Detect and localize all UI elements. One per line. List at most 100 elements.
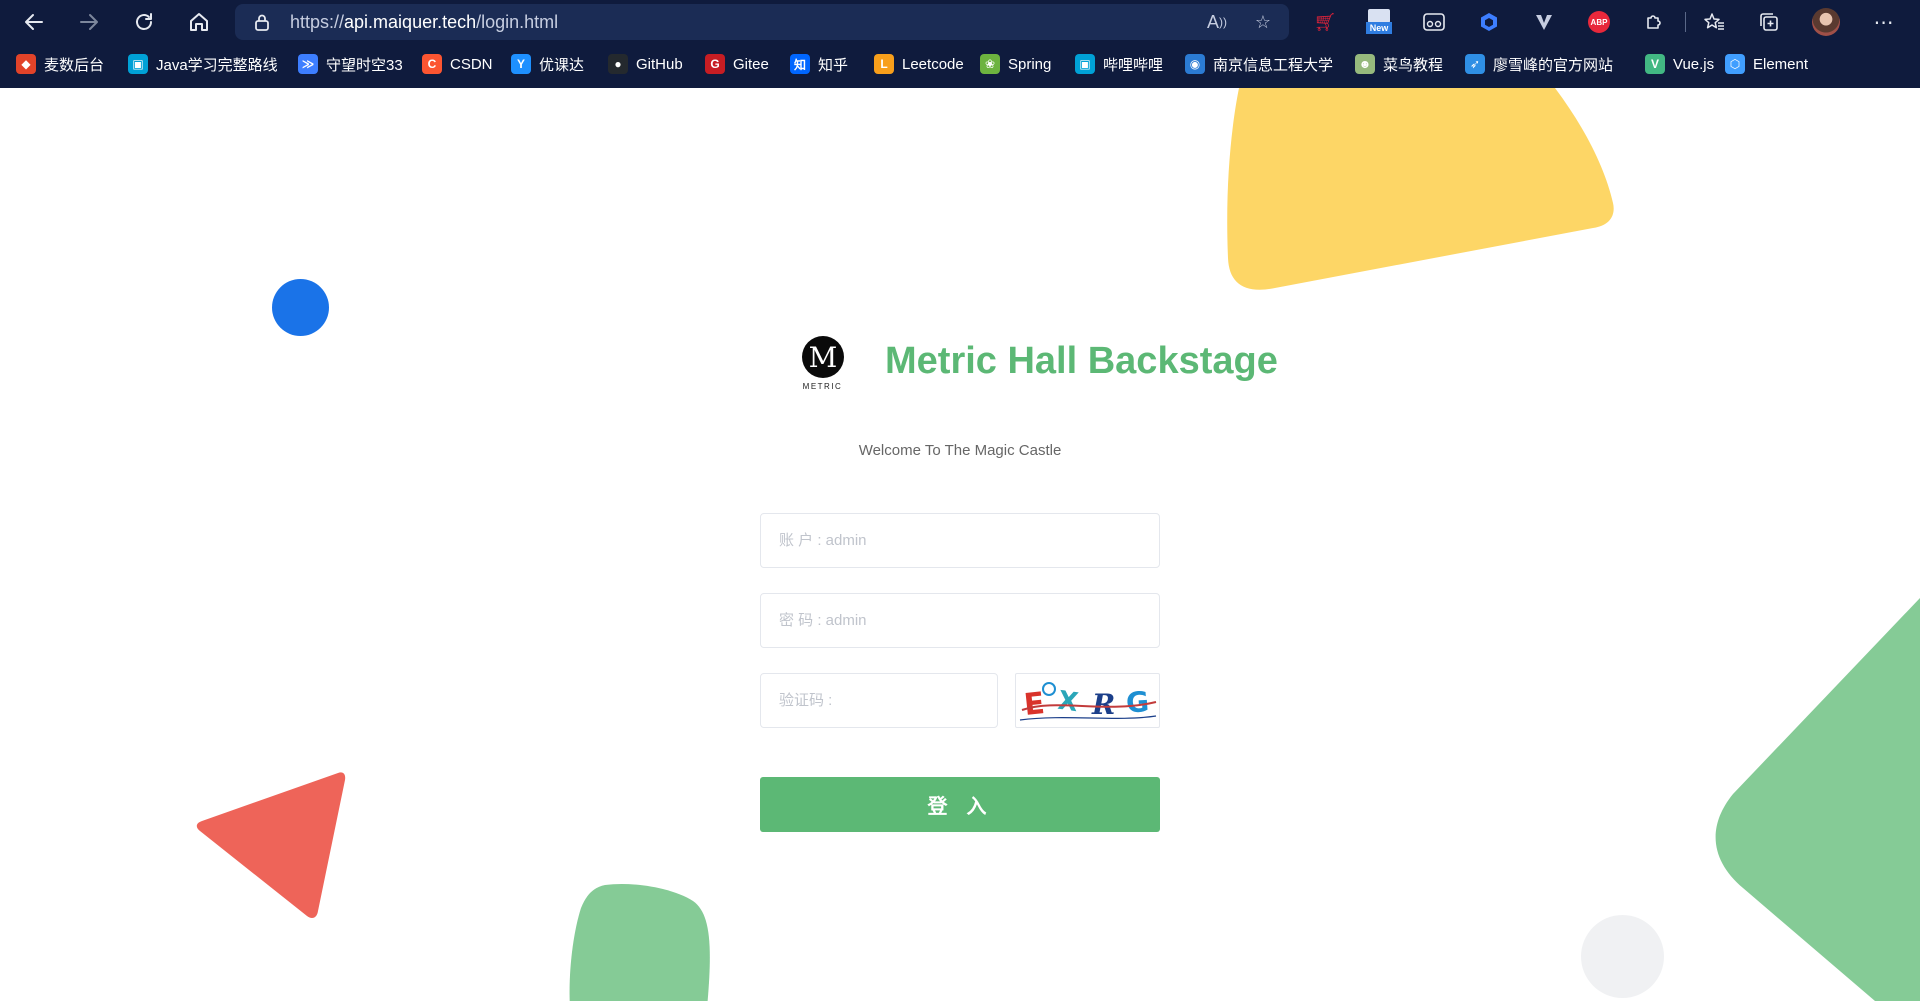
captcha-char: X	[1056, 686, 1080, 718]
arrow-right-icon	[80, 14, 98, 30]
browser-chrome: https://api.maiquer.tech/login.html A)) …	[0, 0, 1920, 88]
bookmark-item[interactable]: ≫ 守望时空33	[298, 51, 403, 77]
arrow-left-icon	[25, 14, 43, 30]
bookmark-item[interactable]: V Vue.js	[1645, 51, 1714, 77]
green-diamond-shape	[1715, 598, 1920, 1001]
captcha-graphic: E X R G	[1019, 682, 1157, 723]
bookmark-item[interactable]: Y 优课达	[511, 51, 584, 77]
red-triangle-shape	[196, 772, 346, 919]
bookmark-label: 优课达	[539, 56, 585, 74]
university-icon: ◉	[1185, 54, 1205, 74]
bookmark-label: GitHub	[636, 55, 683, 73]
adblock-plus-icon[interactable]: ABP	[1585, 8, 1613, 36]
bilibili-icon: ▣	[128, 54, 148, 74]
bilibili-icon: ▣	[1075, 54, 1095, 74]
bookmark-label: 廖雪峰的官方网站	[1493, 56, 1614, 74]
add-favorite-icon[interactable]: ☆	[1251, 10, 1275, 34]
browser-toolbar: https://api.maiquer.tech/login.html A)) …	[0, 0, 1920, 44]
password-input[interactable]	[760, 593, 1160, 648]
more-menu-icon[interactable]: ⋯	[1870, 8, 1898, 36]
abp-badge: ABP	[1588, 11, 1610, 33]
bookmark-item[interactable]: C CSDN	[422, 51, 493, 77]
home-button[interactable]	[183, 6, 215, 38]
leetcode-icon: L	[874, 54, 894, 74]
bookmark-item[interactable]: ⬡ Element	[1725, 51, 1808, 77]
bookmark-label: 菜鸟教程	[1383, 56, 1444, 74]
bookmark-label: 哔哩哔哩	[1103, 56, 1164, 74]
captcha-input[interactable]	[760, 673, 998, 728]
home-icon	[190, 13, 208, 31]
runoob-icon: ☻	[1355, 54, 1375, 74]
bookmark-label: Vue.js	[1673, 55, 1715, 73]
bookmark-label: 南京信息工程大学	[1213, 56, 1334, 74]
bookmark-item[interactable]: ☻ 菜鸟教程	[1355, 51, 1443, 77]
toolbar-separator	[1685, 12, 1686, 32]
url-text[interactable]: https://api.maiquer.tech/login.html	[290, 12, 558, 33]
refresh-icon	[136, 13, 152, 30]
account-input[interactable]	[760, 513, 1160, 568]
url-scheme: https://	[290, 12, 345, 32]
bookmark-item[interactable]: ● GitHub	[608, 51, 683, 77]
logo-letter: M	[802, 336, 844, 378]
metric-logo: M METRIC	[800, 336, 845, 396]
new-extension-icon[interactable]: New	[1365, 8, 1393, 36]
green-blob-shape	[569, 883, 710, 1001]
login-submit-button[interactable]: 登 入	[760, 777, 1160, 832]
bookmark-item[interactable]: ▣ 哔哩哔哩	[1075, 51, 1163, 77]
github-icon: ●	[608, 54, 628, 74]
bookmark-label: Element	[1753, 55, 1809, 73]
captcha-image[interactable]: E X R G	[1015, 673, 1160, 728]
bookmark-label: 守望时空33	[326, 56, 403, 74]
vimium-icon[interactable]	[1530, 8, 1558, 36]
profile-avatar[interactable]	[1812, 8, 1840, 36]
youkeda-icon: Y	[511, 54, 531, 74]
cube-extension-icon[interactable]	[1475, 8, 1503, 36]
lock-icon	[255, 14, 269, 31]
bookmark-item[interactable]: ◉ 南京信息工程大学	[1185, 51, 1333, 77]
bookmark-item[interactable]: G Gitee	[705, 51, 769, 77]
url-path: /login.html	[476, 12, 559, 32]
favorites-icon[interactable]	[1700, 8, 1728, 36]
gitlab-icon: ◆	[16, 54, 36, 74]
rocket-icon: ➶	[1465, 54, 1485, 74]
refresh-button[interactable]	[128, 6, 160, 38]
bookmark-label: 麦数后台	[44, 56, 105, 74]
read-aloud-icon[interactable]: A))	[1205, 10, 1229, 34]
reader-glasses-icon[interactable]	[1420, 8, 1448, 36]
cart-icon[interactable]: 🛒︎	[1311, 8, 1339, 36]
news-icon: New	[1366, 9, 1392, 35]
forward-button[interactable]	[73, 6, 105, 38]
bookmark-item[interactable]: ▣ Java学习完整路线	[128, 51, 278, 77]
bookmark-label: Gitee	[733, 55, 769, 73]
vue-icon: V	[1645, 54, 1665, 74]
captcha-char: R	[1091, 688, 1115, 721]
address-bar[interactable]: https://api.maiquer.tech/login.html A)) …	[235, 4, 1289, 40]
login-page: M METRIC Metric Hall Backstage Welcome T…	[0, 88, 1920, 1001]
bookmark-item[interactable]: ❀ Spring	[980, 51, 1051, 77]
blue-dot-shape	[272, 279, 329, 336]
extensions-puzzle-icon[interactable]	[1640, 8, 1668, 36]
bookmark-label: Spring	[1008, 55, 1052, 73]
gray-circle-shape	[1581, 915, 1664, 998]
bookmark-item[interactable]: ◆ 麦数后台	[16, 51, 104, 77]
yellow-blob-shape	[1227, 88, 1614, 290]
page-subtitle: Welcome To The Magic Castle	[858, 442, 1062, 459]
chevrons-icon: ≫	[298, 54, 318, 74]
new-badge: New	[1366, 22, 1392, 34]
element-icon: ⬡	[1725, 54, 1745, 74]
back-button[interactable]	[18, 6, 50, 38]
gitee-icon: G	[705, 54, 725, 74]
zhihu-icon: 知	[790, 54, 810, 74]
page-title: Metric Hall Backstage	[885, 340, 1278, 382]
bookmark-label: Java学习完整路线	[156, 56, 278, 74]
bookmark-label: 知乎	[818, 56, 849, 74]
captcha-char: G	[1125, 685, 1150, 720]
avatar-icon	[1812, 8, 1840, 36]
csdn-icon: C	[422, 54, 442, 74]
collections-icon[interactable]	[1755, 8, 1783, 36]
logo-text: METRIC	[802, 382, 843, 391]
bookmark-item[interactable]: L Leetcode	[874, 51, 964, 77]
bookmark-label: CSDN	[450, 55, 493, 73]
bookmark-item[interactable]: 知知乎	[790, 51, 848, 77]
bookmark-item[interactable]: ➶ 廖雪峰的官方网站	[1465, 51, 1613, 77]
